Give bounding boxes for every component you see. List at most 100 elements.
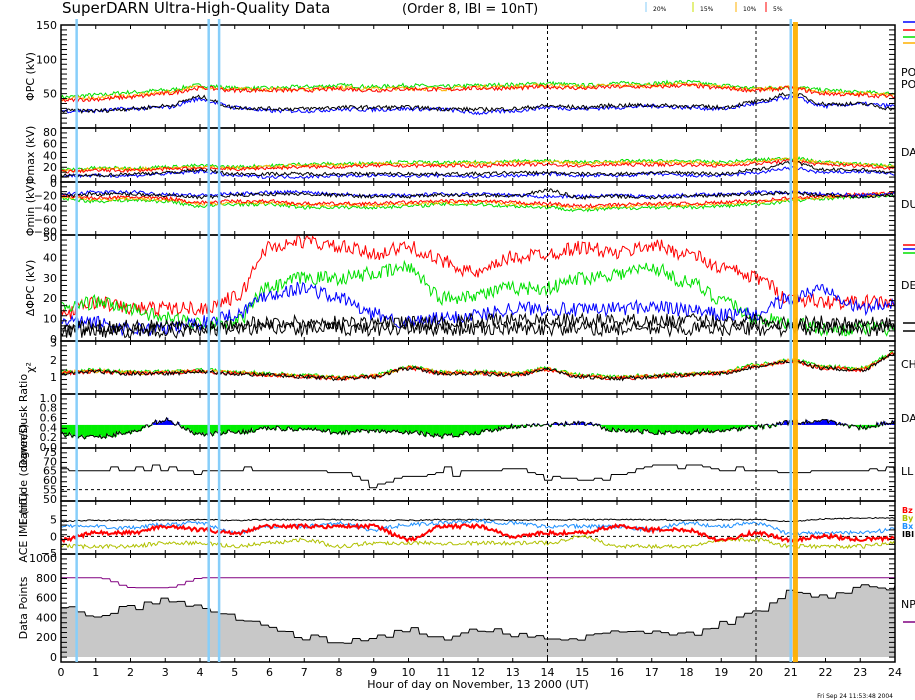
footer-timestamp: Fri Sep 24 11:53:48 2004 (817, 693, 893, 700)
y-axis-label: ΦPC (kV) (24, 52, 37, 101)
x-axis-label: Hour of day on November, 13 2000 (UT) (367, 678, 589, 691)
y-tick-label: 30 (43, 272, 57, 285)
plot-area (61, 235, 895, 339)
right-label: DA (901, 146, 915, 159)
x-tick-label: 22 (819, 666, 833, 679)
y-tick-label: 1 (50, 371, 57, 384)
y-axis-label: Φmax (kV) (24, 126, 37, 185)
panel-frame (60, 393, 896, 449)
legend-label: 20% (653, 6, 667, 13)
legend-label: 10% (743, 6, 757, 13)
threshold-legend: 20% 15% 10% 5% (645, 2, 783, 13)
y-tick-label: 50 (43, 493, 57, 506)
chart-subtitle: (Order 8, IBI = 10nT) (402, 2, 538, 17)
panel-chi2: 3 2 1 χ² CH (24, 337, 915, 395)
y-tick-label: 2 (50, 354, 57, 367)
x-tick-label: 3 (162, 666, 169, 679)
y-tick-label: 20 (43, 292, 57, 305)
x-tick-label: 8 (336, 666, 343, 679)
y-axis-label: Φmin (kV) (24, 181, 37, 236)
panel-ratio: 1.00.80.60.40.20.0Dawn/Dusk Ratio DA (17, 374, 915, 468)
x-tick-label: 19 (714, 666, 728, 679)
panel-frame (60, 447, 896, 502)
series-chi2-black (61, 352, 895, 382)
plot-area (61, 350, 895, 382)
legend-label: 15% (700, 6, 714, 13)
panel-frame (60, 500, 896, 555)
panel-frame (60, 340, 896, 395)
panel-dphipc: 50403020100ΔΦPC (kV) DE (24, 231, 915, 346)
x-tick-label: 5 (231, 666, 238, 679)
x-tick-label: 17 (645, 666, 659, 679)
y-tick-label: 1000 (29, 552, 57, 565)
panel-frame (60, 181, 896, 236)
plot-area (61, 188, 895, 213)
y-tick-label: 0 (50, 530, 57, 543)
y-tick-label: 50 (43, 231, 57, 244)
legend-label: 5% (773, 6, 783, 13)
x-tick-label: 0 (58, 666, 65, 679)
y-tick-label: 0 (50, 177, 57, 190)
x-tick-label: 6 (266, 666, 273, 679)
right-label: LL (901, 465, 914, 478)
y-tick-label: 150 (36, 19, 57, 32)
data-points-fill (61, 584, 895, 658)
series-phimin-black (61, 188, 895, 201)
y-axis-label: Data Points (17, 576, 30, 639)
plot-area (61, 464, 895, 491)
x-tick-label: 4 (197, 666, 204, 679)
panel-phimax: 806040200Φmax (kV) DA (24, 126, 915, 186)
right-label: PO (901, 78, 915, 91)
right-label: DA (901, 412, 915, 425)
x-tick-label: 24 (888, 666, 902, 679)
series-imf-Bx (61, 518, 895, 536)
panel-latitude: 757065605550Latitude (degrees) LL (17, 424, 914, 526)
marker-band (792, 22, 798, 662)
y-tick-label: 200 (36, 631, 57, 644)
panel-phimin: 0−20−40−60−80Φmin (kV) DU (24, 177, 915, 238)
series-imf-B (61, 516, 895, 523)
y-tick-label: 100 (36, 53, 57, 66)
y-tick-label: 5 (50, 514, 57, 527)
plot-area (61, 577, 895, 658)
right-label: CH (901, 358, 915, 371)
imf-label: IBI (902, 530, 914, 539)
y-tick-label: 10 (43, 313, 57, 326)
y-tick-label: 0 (50, 651, 57, 664)
y-axis-label: ΔΦPC (kV) (24, 260, 37, 316)
plot-area (61, 79, 895, 116)
x-tick-label: 1 (92, 666, 99, 679)
right-label: NP (901, 598, 915, 611)
series-phimax-black (61, 160, 895, 179)
x-tick-label: 2 (127, 666, 134, 679)
y-tick-label: 3 (50, 337, 57, 350)
y-tick-label: 400 (36, 611, 57, 624)
series-phimax-green (61, 156, 895, 172)
y-tick-label: 600 (36, 592, 57, 605)
x-tick-label: 20 (749, 666, 763, 679)
series-chi2-red (61, 351, 895, 382)
series-npts-threshold (61, 577, 895, 589)
panel-imf: 50−5ACE IMF (nT) BzByBxIBI (17, 492, 914, 562)
series-imf-Bz (61, 522, 895, 544)
y-axis-label: χ² (24, 362, 37, 373)
x-tick-label: 21 (784, 666, 798, 679)
panel-npts: 1000 800 600 400 200 0 Data Points NP (17, 552, 915, 664)
x-tick-label: 16 (610, 666, 624, 679)
x-tick-label: 18 (680, 666, 694, 679)
superdarn-chart: SuperDARN Ultra-High-Quality Data (Order… (17, 0, 915, 700)
y-tick-label: 800 (36, 572, 57, 585)
panel-phipc: 15010050ΦPC (kV) POPO (24, 19, 915, 129)
plot-area (61, 516, 895, 550)
chart-title: SuperDARN Ultra-High-Quality Data (62, 0, 330, 17)
right-label: DU (901, 198, 915, 211)
plot-area (61, 416, 895, 440)
panels: 15010050ΦPC (kV) POPO806040200Φmax (kV) DA… (17, 19, 915, 664)
x-tick-label: 7 (301, 666, 308, 679)
series-chi2-yellow (61, 351, 895, 381)
plot-area (61, 156, 895, 180)
y-tick-label: 40 (43, 251, 57, 264)
right-label: DE (901, 279, 915, 292)
series-latitude-black (61, 464, 895, 489)
series-phipc-black (61, 91, 895, 114)
